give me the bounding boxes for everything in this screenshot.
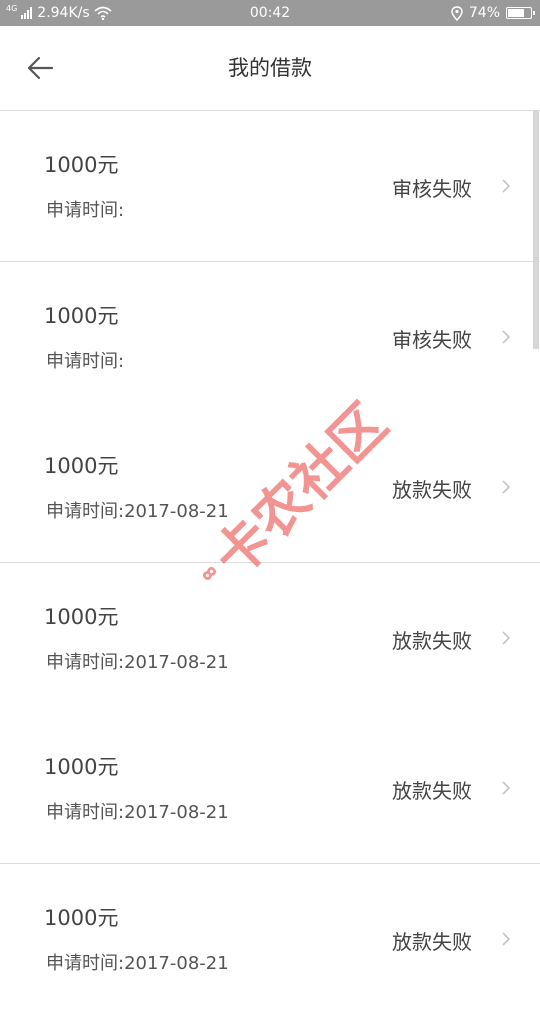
loan-status: 审核失败: [392, 177, 472, 201]
loan-item[interactable]: 1000元 申请时间:2017-08-21 放款失败: [0, 563, 540, 713]
loan-date: 申请时间:2017-08-21: [46, 949, 229, 975]
nav-bar: 我的借款: [0, 26, 540, 111]
loan-status: 审核失败: [392, 328, 472, 352]
loan-item[interactable]: 1000元 申请时间:2017-08-21 放款失败: [0, 412, 540, 563]
loan-date: 申请时间:2017-08-21: [46, 497, 229, 523]
page-title: 我的借款: [228, 56, 312, 80]
date-label: 申请时间:: [46, 802, 125, 823]
date-value: 2017-08-21: [124, 652, 229, 673]
status-bar-right: 74%: [451, 0, 535, 26]
date-label: 申请时间:: [46, 351, 125, 372]
loan-amount: 1000元: [44, 605, 119, 629]
loan-status: 放款失败: [392, 779, 472, 803]
loan-date: 申请时间:: [46, 347, 124, 373]
loan-amount: 1000元: [44, 304, 119, 328]
loan-item[interactable]: 1000元 申请时间: 审核失败: [0, 111, 540, 262]
date-value: 2017-08-21: [124, 953, 229, 974]
scrollbar-thumb[interactable]: [533, 111, 539, 349]
location-icon: [451, 5, 463, 21]
chevron-right-icon: [502, 781, 511, 795]
loan-amount: 1000元: [44, 906, 119, 930]
loan-status: 放款失败: [392, 478, 472, 502]
loan-amount: 1000元: [44, 153, 119, 177]
loan-item[interactable]: 1000元 申请时间: 审核失败: [0, 262, 540, 412]
date-label: 申请时间:: [46, 200, 125, 221]
loan-date: 申请时间:: [46, 196, 124, 222]
loan-status: 放款失败: [392, 629, 472, 653]
loan-amount: 1000元: [44, 454, 119, 478]
loan-list: 1000元 申请时间: 审核失败 1000元 申请时间: 审核失败 1000元 …: [0, 111, 540, 1014]
status-bar: 4G 2.94K/s 00:42 74%: [0, 0, 540, 26]
loan-amount: 1000元: [44, 755, 119, 779]
loan-item[interactable]: 1000元 申请时间:2017-08-21 放款失败: [0, 864, 540, 1014]
date-label: 申请时间:: [46, 501, 125, 522]
loan-item[interactable]: 1000元 申请时间:2017-08-21 放款失败: [0, 713, 540, 864]
date-label: 申请时间:: [46, 953, 125, 974]
chevron-right-icon: [502, 480, 511, 494]
date-value: 2017-08-21: [124, 501, 229, 522]
chevron-right-icon: [502, 179, 511, 193]
loan-date: 申请时间:2017-08-21: [46, 798, 229, 824]
chevron-right-icon: [502, 330, 511, 344]
back-button[interactable]: [22, 52, 58, 84]
battery-percent: 74%: [468, 5, 500, 21]
chevron-right-icon: [502, 932, 511, 946]
arrow-left-icon: [27, 56, 54, 80]
date-label: 申请时间:: [46, 652, 125, 673]
battery-icon: [506, 7, 535, 19]
loan-status: 放款失败: [392, 930, 472, 954]
date-value: 2017-08-21: [124, 802, 229, 823]
loan-date: 申请时间:2017-08-21: [46, 648, 229, 674]
chevron-right-icon: [502, 631, 511, 645]
battery-fill: [508, 9, 525, 17]
